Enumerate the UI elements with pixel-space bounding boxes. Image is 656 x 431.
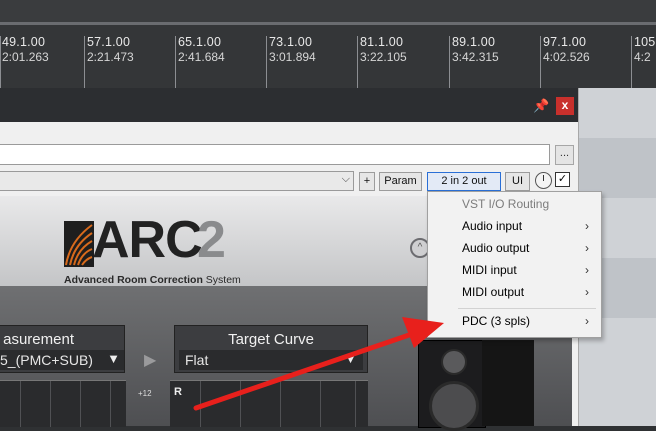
- ruler-tick: [266, 36, 267, 88]
- param-button[interactable]: Param: [379, 172, 422, 191]
- gain-scale-label: +12: [138, 389, 152, 398]
- ruler-bar-label: 105: [634, 35, 656, 49]
- fx-window-titlebar[interactable]: 📌 x: [0, 88, 578, 122]
- grid-line: [355, 381, 356, 427]
- chevron-right-icon: ›: [585, 285, 589, 299]
- correction-graph: [170, 380, 368, 427]
- target-curve-dropdown[interactable]: Flat ▼: [179, 350, 363, 370]
- target-curve-value: Flat: [185, 352, 209, 368]
- menu-header-label: VST I/O Routing: [462, 197, 550, 211]
- arc-logo-icon: [64, 221, 94, 267]
- ruler-bar-label: 57.1.00: [87, 35, 131, 49]
- ruler-tick: [631, 36, 632, 88]
- ruler-bar-label: 73.1.00: [269, 35, 313, 49]
- menu-separator: [458, 308, 596, 309]
- ruler-time-label: 2:01.263: [2, 50, 49, 64]
- grid-line: [80, 381, 81, 427]
- plugin-subtitle: Advanced Room Correction System: [64, 274, 241, 286]
- grid-line: [280, 381, 281, 427]
- chevron-right-icon: ›: [585, 241, 589, 255]
- ruler-tick: [449, 36, 450, 88]
- menu-item-midi-input[interactable]: MIDI input ›: [428, 259, 601, 281]
- grid-line: [50, 381, 51, 427]
- bypass-checkbox[interactable]: ✓: [555, 172, 570, 187]
- grid-line: [110, 381, 111, 427]
- timeline-ruler[interactable]: 49.1.00 2:01.263 57.1.00 2:21.473 65.1.0…: [0, 0, 656, 88]
- grid-line: [200, 381, 201, 427]
- graph-channel-label: R: [174, 386, 182, 398]
- io-routing-menu: VST I/O Routing Audio input › Audio outp…: [427, 191, 602, 338]
- measurement-value: 5_(PMC+SUB): [0, 352, 93, 368]
- browse-button[interactable]: ...: [555, 145, 574, 165]
- measurement-label: asurement: [3, 331, 74, 348]
- ruler-bar-label: 49.1.00: [2, 35, 46, 49]
- io-routing-button[interactable]: 2 in 2 out: [427, 172, 501, 191]
- measurement-graph: [0, 380, 126, 427]
- track-lane: [572, 138, 656, 198]
- chevron-right-icon: ›: [585, 314, 589, 328]
- ruler-time-label: 4:02.526: [543, 50, 590, 64]
- wet-knob-icon[interactable]: [535, 172, 552, 189]
- add-preset-button[interactable]: +: [359, 172, 375, 191]
- plugin-subtitle-bold: Advanced Room Correction: [64, 274, 203, 286]
- chevron-right-icon: ›: [585, 219, 589, 233]
- ruler-tick: [357, 36, 358, 88]
- menu-item-pdc[interactable]: PDC (3 spls) ›: [428, 310, 601, 332]
- ruler-top-strip: [0, 0, 656, 22]
- grid-line: [240, 381, 241, 427]
- preset-dropdown[interactable]: ⌵: [0, 171, 354, 191]
- measurement-panel: asurement 5_(PMC+SUB) ▼: [0, 325, 125, 373]
- menu-header: VST I/O Routing: [428, 193, 601, 215]
- menu-item-label: MIDI input: [462, 263, 517, 277]
- ruler-time-label: 2:41.684: [178, 50, 225, 64]
- ruler-time-label: 2:21.473: [87, 50, 134, 64]
- menu-item-midi-output[interactable]: MIDI output ›: [428, 281, 601, 303]
- fx-path-field[interactable]: [0, 144, 550, 165]
- knob-indicator: [543, 175, 544, 181]
- ui-button[interactable]: UI: [505, 172, 530, 191]
- ruler-divider: [0, 22, 656, 25]
- plugin-logo-text: ARC: [92, 211, 203, 269]
- menu-item-label: Audio output: [462, 241, 530, 255]
- chevron-down-icon: ⌵: [341, 173, 350, 185]
- ruler-time-label: 3:01.894: [269, 50, 316, 64]
- play-icon[interactable]: ▶: [144, 350, 156, 370]
- plugin-subtitle-rest: System: [202, 274, 241, 286]
- ruler-bar-label: 89.1.00: [452, 35, 496, 49]
- plugin-logo-number: 2: [197, 211, 226, 269]
- ruler-bar-label: 81.1.00: [360, 35, 404, 49]
- speaker-side: [482, 340, 534, 426]
- ruler-time-label: 4:2: [634, 50, 651, 64]
- grid-line: [320, 381, 321, 427]
- ruler-time-label: 3:22.105: [360, 50, 407, 64]
- menu-item-label: Audio input: [462, 219, 523, 233]
- chevron-right-icon: ›: [585, 263, 589, 277]
- menu-item-label: MIDI output: [462, 285, 525, 299]
- speaker-icon: [418, 340, 486, 431]
- close-button[interactable]: x: [556, 97, 574, 115]
- pin-icon[interactable]: 📌: [533, 99, 549, 113]
- triangle-down-icon: ▼: [107, 351, 120, 366]
- ruler-bar-label: 97.1.00: [543, 35, 587, 49]
- target-curve-label: Target Curve: [228, 331, 314, 348]
- ruler-tick: [84, 36, 85, 88]
- ruler-tick: [175, 36, 176, 88]
- menu-item-label: PDC (3 spls): [462, 314, 531, 328]
- menu-item-audio-output[interactable]: Audio output ›: [428, 237, 601, 259]
- triangle-down-icon: ▼: [344, 351, 357, 366]
- speaker-woofer: [429, 381, 479, 431]
- ruler-time-label: 3:42.315: [452, 50, 499, 64]
- ruler-bar-label: 65.1.00: [178, 35, 222, 49]
- grid-line: [20, 381, 21, 427]
- ruler-tick: [0, 36, 1, 88]
- ruler-tick: [540, 36, 541, 88]
- menu-item-audio-input[interactable]: Audio input ›: [428, 215, 601, 237]
- speaker-tweeter: [441, 349, 467, 375]
- measurement-dropdown[interactable]: 5_(PMC+SUB) ▼: [0, 350, 124, 370]
- target-curve-panel: Target Curve Flat ▼: [174, 325, 368, 373]
